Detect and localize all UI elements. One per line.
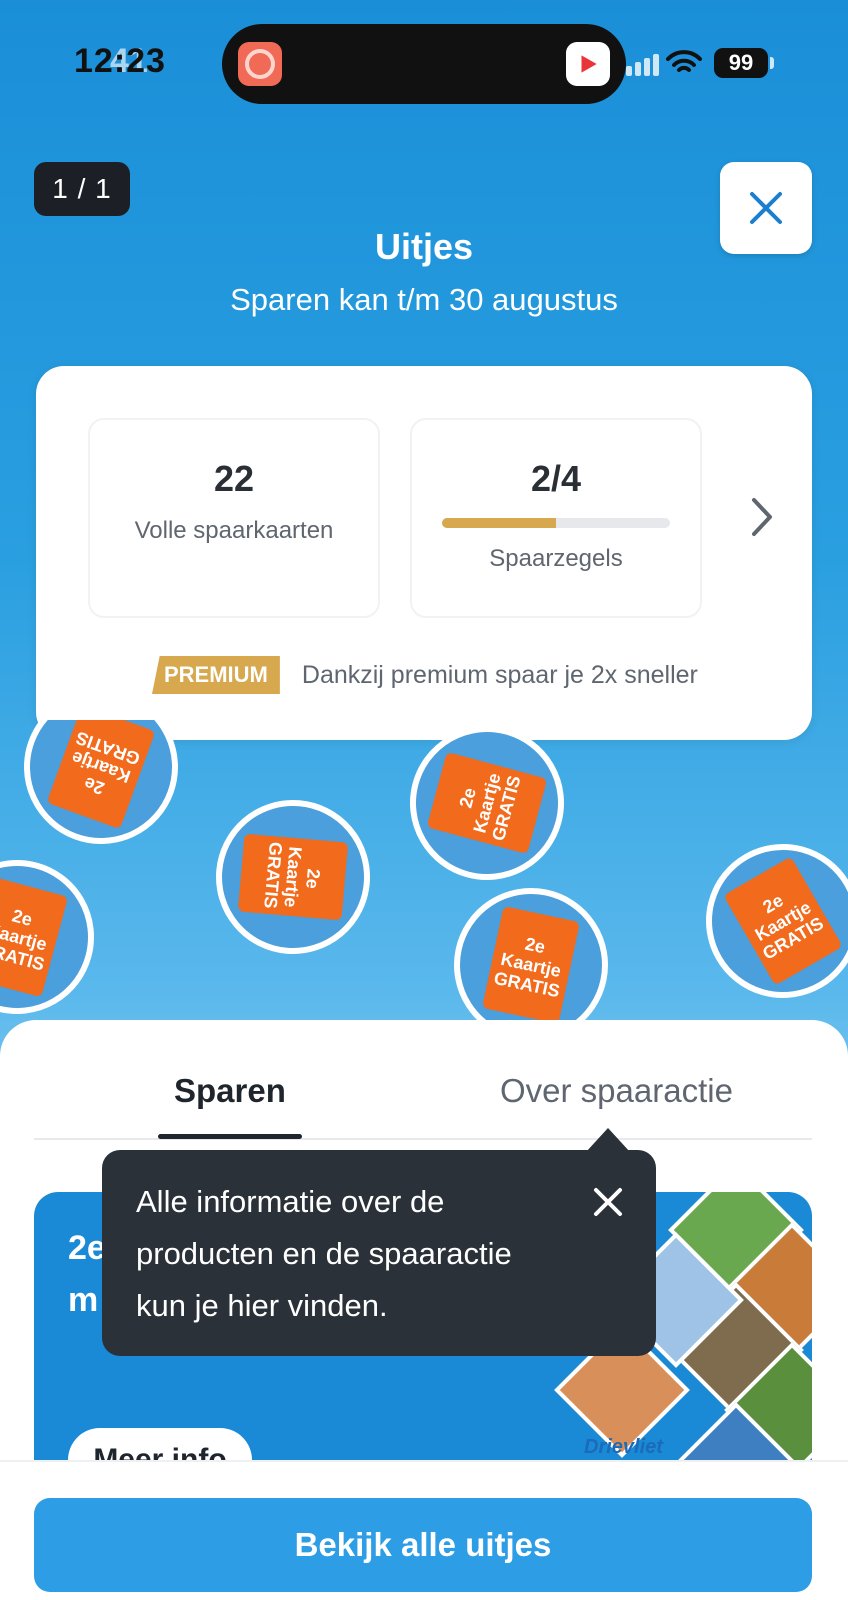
signal-icon xyxy=(626,54,659,76)
tooltip-text: Alle informatie over de producten en de … xyxy=(136,1184,512,1323)
stamp-ticket: 2e Kaartje GRATIS xyxy=(723,856,843,986)
stamps-progress-bar xyxy=(442,518,670,528)
stamp-ticket: 2e Kaartje GRATIS xyxy=(237,833,349,921)
close-icon xyxy=(750,192,782,224)
premium-row: PREMIUM Dankzij premium spaar je 2x snel… xyxy=(152,656,698,694)
battery-tip xyxy=(770,57,774,69)
tab-sparen[interactable]: Sparen xyxy=(174,1072,286,1110)
promo-title-line1: 2e xyxy=(68,1229,106,1267)
play-app-icon xyxy=(566,42,610,86)
battery-icon: 99 xyxy=(714,48,768,78)
stamp-illustration: 2e Kaartje GRATIS xyxy=(439,873,623,1040)
page-title: Uitjes xyxy=(374,226,474,267)
premium-badge: PREMIUM xyxy=(152,656,280,694)
stamps-label: Spaarzegels xyxy=(489,545,623,572)
page-subtitle: Sparen kan t/m 30 augustus xyxy=(230,282,618,317)
stamp-illustration: 2e Kaartje GRATIS xyxy=(392,720,582,898)
promo-title-line2: m xyxy=(68,1281,99,1319)
chevron-right-icon[interactable] xyxy=(744,494,780,540)
savings-summary-card[interactable]: 22 Volle spaarkaarten 2/4 Spaarzegels PR… xyxy=(36,366,812,740)
tab-over-spaaractie[interactable]: Over spaaractie xyxy=(500,1072,733,1110)
tab-bar: Sparen Over spaaractie xyxy=(34,1020,812,1140)
tooltip-close-icon[interactable] xyxy=(590,1184,626,1220)
info-tooltip: Alle informatie over de producten en de … xyxy=(102,1150,656,1356)
stamps-progress-fill xyxy=(442,518,556,528)
stamp-ticket: 2e Kaartje GRATIS xyxy=(0,876,69,998)
stamp-ticket: 2e Kaartje GRATIS xyxy=(426,751,548,855)
stamp-ticket: 2e Kaartje GRATIS xyxy=(482,906,580,1024)
dynamic-island xyxy=(222,24,626,104)
stamp-illustration: 2e Kaartje GRATIS xyxy=(2,720,200,866)
stamp-illustration: 2e Kaartje GRATIS xyxy=(677,815,848,1027)
app-icon xyxy=(238,42,282,86)
stamps-stat: 2/4 Spaarzegels xyxy=(410,418,702,618)
footer: Bekijk alle uitjes xyxy=(0,1460,848,1600)
full-cards-value: 22 xyxy=(213,458,255,499)
stamp-illustration: 2e Kaartje GRATIS xyxy=(209,793,377,961)
wifi-icon xyxy=(666,50,702,72)
view-all-outings-button[interactable]: Bekijk alle uitjes xyxy=(34,1498,812,1592)
status-bar: 41 12:23 99 xyxy=(0,0,848,110)
promo-title: 2e m xyxy=(68,1222,106,1326)
tooltip-arrow xyxy=(586,1128,630,1152)
full-cards-stat: 22 Volle spaarkaarten xyxy=(88,418,380,618)
premium-text: Dankzij premium spaar je 2x sneller xyxy=(301,660,698,689)
stamp-illustration: 2e Kaartje GRATIS xyxy=(0,842,112,1032)
stamps-value: 2/4 xyxy=(530,458,582,499)
status-time: 12:23 xyxy=(74,42,166,80)
active-tab-indicator xyxy=(158,1134,302,1139)
stamp-ticket: 2e Kaartje GRATIS xyxy=(46,720,156,830)
full-cards-label: Volle spaarkaarten xyxy=(134,517,334,544)
stamps-decoration: 2e Kaartje GRATIS 2e Kaartje GRATIS 2e K… xyxy=(0,720,848,1040)
page-counter: 1 / 1 xyxy=(34,162,130,216)
